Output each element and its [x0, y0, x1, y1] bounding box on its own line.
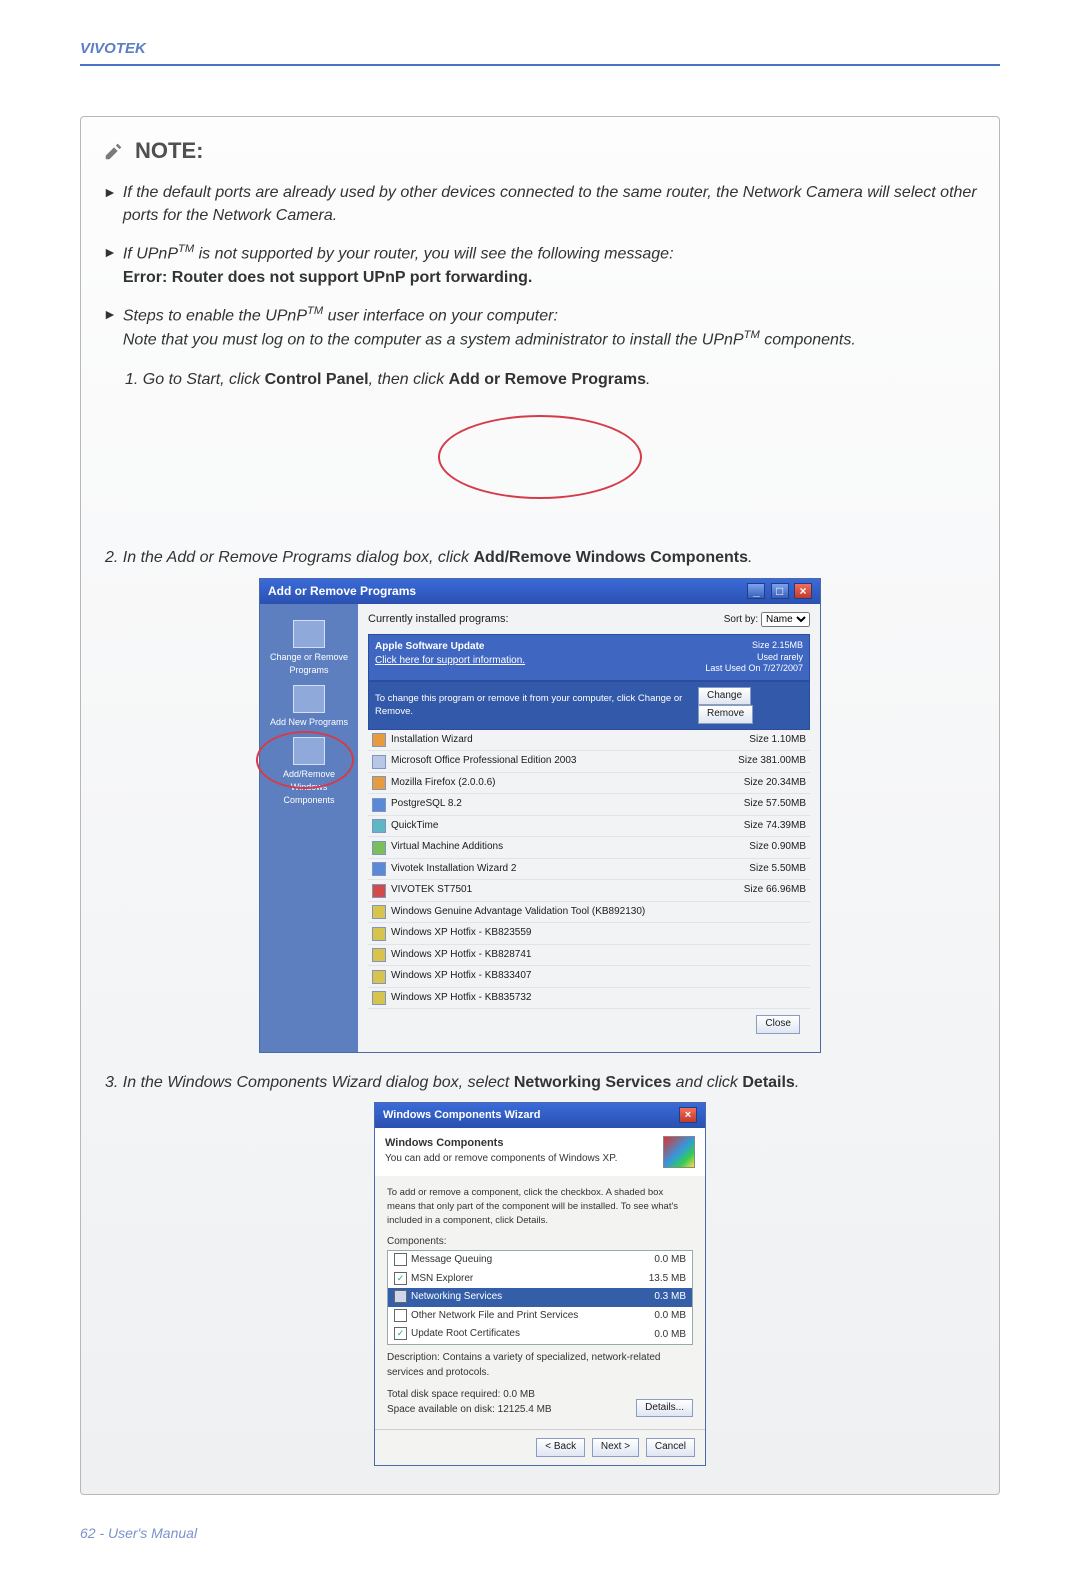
program-row[interactable]: Mozilla Firefox (2.0.0.6)Size 20.34MB [368, 773, 810, 795]
components-label: Components: [387, 1235, 693, 1250]
program-icon [372, 841, 386, 855]
cancel-button[interactable]: Cancel [646, 1438, 695, 1457]
program-list[interactable]: Installation WizardSize 1.10MBMicrosoft … [368, 730, 810, 1010]
wizard-header: Windows Components You can add or remove… [375, 1128, 705, 1176]
note-item-1: ► If the default ports are already used … [103, 181, 977, 227]
remove-button[interactable]: Remove [698, 705, 753, 724]
sidebar-change-remove[interactable]: Change or Remove Programs [264, 620, 354, 677]
component-row[interactable]: Message Queuing0.0 MB [388, 1251, 692, 1270]
program-icon [372, 927, 386, 941]
program-row[interactable]: Windows XP Hotfix - KB828741 [368, 945, 810, 967]
cd-icon [293, 685, 325, 713]
highlight-oval-top [103, 415, 977, 506]
box-icon [293, 620, 325, 648]
window-buttons: _ □ × [745, 583, 812, 600]
arrow-icon: ► [103, 241, 117, 289]
window-titlebar[interactable]: Windows Components Wizard × [375, 1103, 705, 1128]
program-row[interactable]: Windows XP Hotfix - KB823559 [368, 923, 810, 945]
program-row[interactable]: Microsoft Office Professional Edition 20… [368, 751, 810, 773]
step-1: 1. Go to Start, click Control Panel, the… [125, 368, 977, 391]
program-row[interactable]: Installation WizardSize 1.10MB [368, 730, 810, 752]
step-3: 3. In the Windows Components Wizard dial… [103, 1071, 977, 1094]
program-icon [372, 733, 386, 747]
component-row[interactable]: Networking Services0.3 MB [388, 1288, 692, 1307]
note-text: Steps to enable the UPnPTM user interfac… [123, 303, 856, 352]
sort-select[interactable]: Name [761, 612, 810, 627]
program-icon [372, 862, 386, 876]
maximize-icon[interactable]: □ [771, 583, 789, 599]
program-icon [372, 970, 386, 984]
back-button[interactable]: < Back [536, 1438, 585, 1457]
program-row[interactable]: QuickTimeSize 74.39MB [368, 816, 810, 838]
change-button[interactable]: Change [698, 687, 751, 706]
window-titlebar[interactable]: Add or Remove Programs _ □ × [260, 579, 820, 604]
close-icon[interactable]: × [679, 1107, 697, 1123]
component-row[interactable]: MSN Explorer13.5 MB [388, 1270, 692, 1289]
note-box: NOTE: ► If the default ports are already… [80, 116, 1000, 1495]
program-icon [372, 819, 386, 833]
program-icon [372, 948, 386, 962]
wizard-buttons: < Back Next > Cancel [375, 1429, 705, 1465]
arrow-icon: ► [103, 181, 117, 227]
error-line: Error: Router does not support UPnP port… [123, 269, 532, 286]
next-button[interactable]: Next > [592, 1438, 639, 1457]
program-row[interactable]: Windows XP Hotfix - KB833407 [368, 966, 810, 988]
page: VIVOTEK NOTE: ► If the default ports are… [0, 0, 1080, 1571]
sort-by: Sort by: Name [724, 612, 810, 628]
program-row[interactable]: Windows XP Hotfix - KB835732 [368, 988, 810, 1010]
program-icon [372, 798, 386, 812]
brand: VIVOTEK [80, 40, 146, 57]
note-item-2: ► If UPnPTM is not supported by your rou… [103, 241, 977, 289]
details-button[interactable]: Details... [636, 1399, 693, 1418]
arrow-icon: ► [103, 303, 117, 352]
windows-logo-icon [663, 1136, 695, 1168]
program-icon [372, 905, 386, 919]
program-icon [372, 991, 386, 1005]
header-bar: VIVOTEK [80, 40, 1000, 66]
highlight-oval [256, 731, 354, 789]
program-row[interactable]: Virtual Machine AdditionsSize 0.90MB [368, 837, 810, 859]
checkbox-icon[interactable] [394, 1253, 407, 1266]
pencil-icon [103, 140, 125, 162]
checkbox-icon[interactable] [394, 1290, 407, 1303]
current-programs-label: Currently installed programs: [368, 612, 509, 628]
program-icon [372, 755, 386, 769]
note-heading: NOTE: [103, 135, 977, 167]
program-icon [372, 776, 386, 790]
note-item-3: ► Steps to enable the UPnPTM user interf… [103, 303, 977, 352]
component-row[interactable]: Other Network File and Print Services0.0… [388, 1307, 692, 1326]
component-description: Description: Contains a variety of speci… [387, 1351, 693, 1380]
note-text: If the default ports are already used by… [123, 181, 977, 227]
selected-program-actions: To change this program or remove it from… [368, 681, 810, 730]
components-list[interactable]: Message Queuing0.0 MBMSN Explorer13.5 MB… [387, 1250, 693, 1345]
checkbox-icon[interactable] [394, 1272, 407, 1285]
program-row[interactable]: VIVOTEK ST7501Size 66.96MB [368, 880, 810, 902]
close-button[interactable]: Close [756, 1015, 800, 1034]
minimize-icon[interactable]: _ [747, 583, 765, 599]
checkbox-icon[interactable] [394, 1327, 407, 1340]
step-2: 2. In the Add or Remove Programs dialog … [103, 546, 977, 569]
program-row[interactable]: Vivotek Installation Wizard 2Size 5.50MB [368, 859, 810, 881]
close-icon[interactable]: × [794, 583, 812, 599]
program-icon [372, 884, 386, 898]
program-row[interactable]: PostgreSQL 8.2Size 57.50MB [368, 794, 810, 816]
component-row[interactable]: Update Root Certificates0.0 MB [388, 1325, 692, 1344]
add-remove-programs-window: Add or Remove Programs _ □ × Change or R… [259, 578, 821, 1053]
sidebar-windows-components[interactable]: Add/Remove Windows Components [264, 737, 354, 807]
arp-main: Currently installed programs: Sort by: N… [358, 604, 820, 1052]
arp-sidebar: Change or Remove Programs Add New Progra… [260, 604, 358, 1052]
note-text: If UPnPTM is not supported by your route… [123, 241, 674, 289]
wizard-desc: To add or remove a component, click the … [387, 1186, 693, 1227]
sidebar-add-new[interactable]: Add New Programs [264, 685, 354, 729]
note-title: NOTE: [135, 135, 203, 167]
support-link[interactable]: Click here for support information. [375, 655, 525, 666]
selected-program-header[interactable]: Apple Software Update Click here for sup… [368, 634, 810, 681]
program-row[interactable]: Windows Genuine Advantage Validation Too… [368, 902, 810, 924]
windows-components-wizard: Windows Components Wizard × Windows Comp… [374, 1102, 706, 1465]
disk-space-info: Total disk space required: 0.0 MB Space … [387, 1388, 552, 1417]
window-title: Add or Remove Programs [268, 583, 416, 600]
checkbox-icon[interactable] [394, 1309, 407, 1322]
